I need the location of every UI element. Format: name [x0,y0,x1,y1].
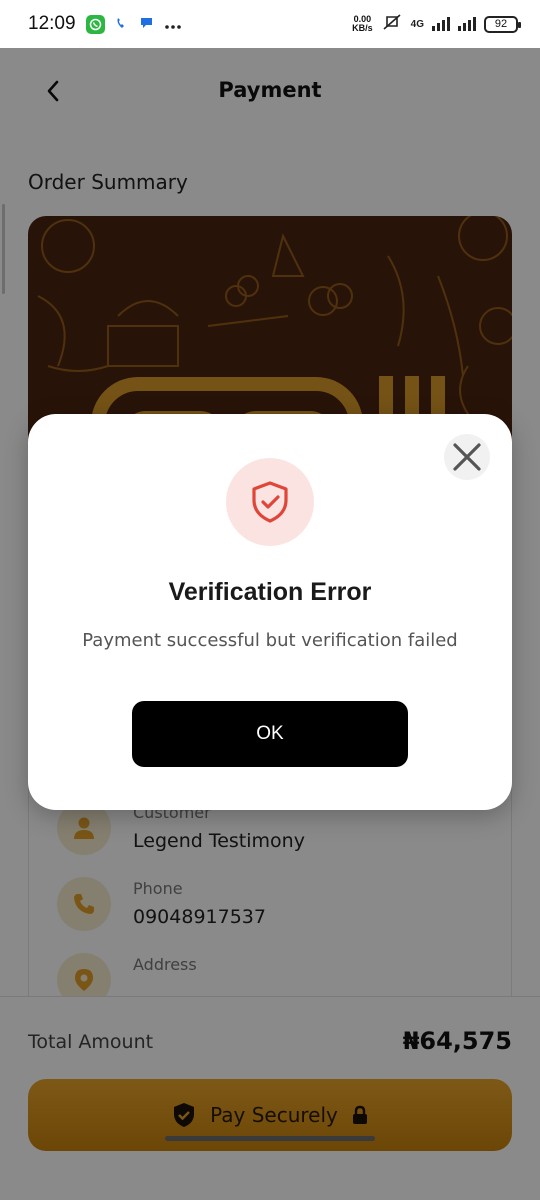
close-icon [453,443,481,471]
mute-icon [381,13,403,35]
whatsapp-icon [85,14,105,34]
error-icon-badge [226,458,314,546]
network-type: 4G [410,18,424,30]
notification-icons [85,14,182,34]
net-speed-unit: KB/s [352,23,373,33]
status-bar: 12:09 0.00 KB/s 4G 92 [0,0,540,48]
system-icons: 0.00 KB/s 4G 92 [352,13,521,35]
more-dots-icon [164,15,182,34]
verification-error-dialog: Verification Error Payment successful bu… [28,414,512,810]
dialog-message: Payment successful but verification fail… [82,630,458,651]
status-time: 12:09 [28,13,76,34]
net-speed: 0.00 KB/s [352,15,373,33]
shield-check-icon [252,481,288,523]
message-icon [139,15,154,34]
battery-icon: 92 [484,15,521,33]
signal-icon [432,17,450,31]
close-button[interactable] [444,434,490,480]
ok-button[interactable]: OK [132,701,408,767]
dialog-title: Verification Error [168,578,372,606]
signal-icon-2 [458,17,476,31]
call-icon [115,15,129,34]
home-indicator[interactable] [165,1136,375,1141]
